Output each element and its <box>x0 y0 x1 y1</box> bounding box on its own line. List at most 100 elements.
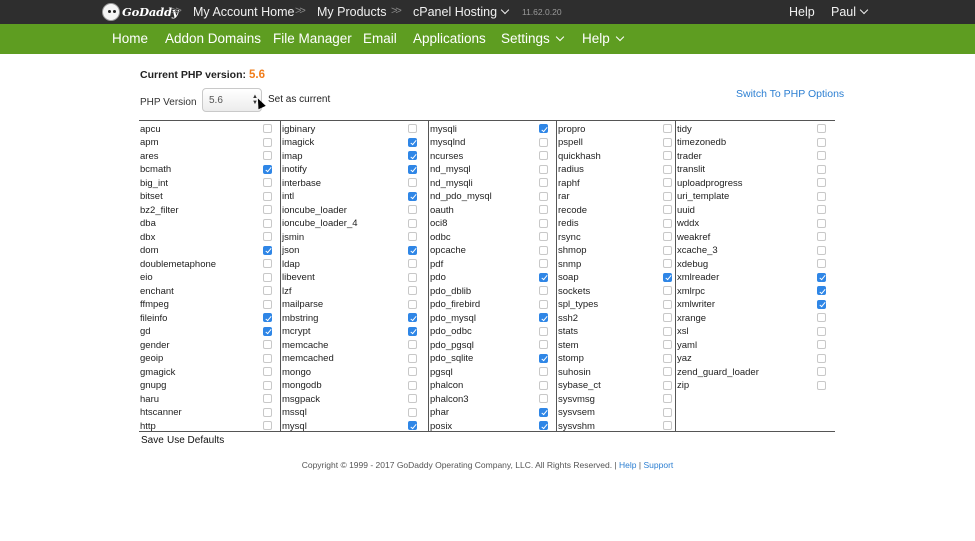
extension-checkbox[interactable] <box>539 218 548 228</box>
extension-checkbox[interactable] <box>663 137 672 147</box>
nav-addon-domains[interactable]: Addon Domains <box>165 31 261 46</box>
extension-checkbox[interactable] <box>817 164 826 174</box>
switch-to-php-options-link[interactable]: Switch To PHP Options <box>736 88 844 100</box>
extension-checkbox[interactable] <box>817 313 826 322</box>
extension-checkbox[interactable] <box>663 205 672 214</box>
extension-checkbox[interactable] <box>408 353 417 363</box>
extension-checkbox[interactable] <box>408 286 417 295</box>
extension-checkbox[interactable] <box>539 232 548 241</box>
extension-checkbox[interactable] <box>817 340 826 349</box>
extension-checkbox[interactable] <box>663 232 672 241</box>
extension-checkbox[interactable] <box>539 326 548 336</box>
extension-checkbox[interactable] <box>408 164 417 174</box>
extension-checkbox[interactable] <box>263 164 272 174</box>
extension-checkbox[interactable] <box>539 205 548 214</box>
extension-checkbox[interactable] <box>663 218 672 228</box>
topbar-help-link[interactable]: Help <box>789 5 815 19</box>
extension-checkbox[interactable] <box>663 272 672 282</box>
extension-checkbox[interactable] <box>263 259 272 268</box>
breadcrumb-cpanel-hosting[interactable]: cPanel Hosting <box>413 5 510 19</box>
extension-checkbox[interactable] <box>408 205 417 214</box>
extension-checkbox[interactable] <box>817 137 826 147</box>
extension-checkbox[interactable] <box>663 151 672 160</box>
extension-checkbox[interactable] <box>263 421 272 430</box>
extension-checkbox[interactable] <box>408 313 417 322</box>
extension-checkbox[interactable] <box>408 299 417 309</box>
extension-checkbox[interactable] <box>263 151 272 160</box>
extension-checkbox[interactable] <box>817 151 826 160</box>
extension-checkbox[interactable] <box>539 407 548 417</box>
nav-email[interactable]: Email <box>363 31 397 46</box>
extension-checkbox[interactable] <box>539 245 548 255</box>
extension-checkbox[interactable] <box>263 326 272 336</box>
extension-checkbox[interactable] <box>539 151 548 160</box>
extension-checkbox[interactable] <box>408 232 417 241</box>
extension-checkbox[interactable] <box>539 299 548 309</box>
extension-checkbox[interactable] <box>539 178 548 187</box>
extension-checkbox[interactable] <box>663 124 672 133</box>
nav-file-manager[interactable]: File Manager <box>273 31 352 46</box>
extension-checkbox[interactable] <box>817 124 826 133</box>
extension-checkbox[interactable] <box>539 313 548 322</box>
extension-checkbox[interactable] <box>408 245 417 255</box>
extension-checkbox[interactable] <box>263 380 272 390</box>
extension-checkbox[interactable] <box>663 191 672 201</box>
extension-checkbox[interactable] <box>817 232 826 241</box>
extension-checkbox[interactable] <box>408 137 417 147</box>
extension-checkbox[interactable] <box>263 340 272 349</box>
extension-checkbox[interactable] <box>408 191 417 201</box>
breadcrumb-my-account-home[interactable]: My Account Home <box>193 5 294 19</box>
extension-checkbox[interactable] <box>817 299 826 309</box>
extension-checkbox[interactable] <box>663 421 672 430</box>
php-version-select[interactable]: 5.6 ▲ ▼ <box>202 88 262 112</box>
extension-checkbox[interactable] <box>817 218 826 228</box>
extension-checkbox[interactable] <box>263 218 272 228</box>
extension-checkbox[interactable] <box>263 232 272 241</box>
extension-checkbox[interactable] <box>263 394 272 403</box>
extension-checkbox[interactable] <box>817 286 826 295</box>
extension-checkbox[interactable] <box>263 137 272 147</box>
extension-checkbox[interactable] <box>539 380 548 390</box>
extension-checkbox[interactable] <box>408 407 417 417</box>
extension-checkbox[interactable] <box>263 313 272 322</box>
extension-checkbox[interactable] <box>408 218 417 228</box>
extension-checkbox[interactable] <box>663 340 672 349</box>
extension-checkbox[interactable] <box>663 259 672 268</box>
extension-checkbox[interactable] <box>663 178 672 187</box>
extension-checkbox[interactable] <box>817 326 826 336</box>
extension-checkbox[interactable] <box>817 191 826 201</box>
breadcrumb-my-products[interactable]: My Products <box>317 5 386 19</box>
extension-checkbox[interactable] <box>663 313 672 322</box>
extension-checkbox[interactable] <box>408 421 417 430</box>
extension-checkbox[interactable] <box>263 272 272 282</box>
extension-checkbox[interactable] <box>817 178 826 187</box>
extension-checkbox[interactable] <box>663 367 672 376</box>
extension-checkbox[interactable] <box>408 272 417 282</box>
extension-checkbox[interactable] <box>817 272 826 282</box>
extension-checkbox[interactable] <box>539 191 548 201</box>
use-defaults-button[interactable]: Use Defaults <box>167 435 224 446</box>
extension-checkbox[interactable] <box>539 272 548 282</box>
extension-checkbox[interactable] <box>817 367 826 376</box>
extension-checkbox[interactable] <box>263 245 272 255</box>
extension-checkbox[interactable] <box>817 245 826 255</box>
extension-checkbox[interactable] <box>408 326 417 336</box>
extension-checkbox[interactable] <box>539 353 548 363</box>
extension-checkbox[interactable] <box>263 407 272 417</box>
footer-help-link[interactable]: Help <box>619 460 636 470</box>
nav-settings[interactable]: Settings <box>501 31 565 46</box>
user-menu[interactable]: Paul <box>831 5 869 19</box>
extension-checkbox[interactable] <box>408 151 417 160</box>
extension-checkbox[interactable] <box>539 340 548 349</box>
extension-checkbox[interactable] <box>663 353 672 363</box>
extension-checkbox[interactable] <box>663 380 672 390</box>
extension-checkbox[interactable] <box>263 286 272 295</box>
extension-checkbox[interactable] <box>408 380 417 390</box>
extension-checkbox[interactable] <box>408 340 417 349</box>
extension-checkbox[interactable] <box>817 259 826 268</box>
extension-checkbox[interactable] <box>539 286 548 295</box>
nav-help[interactable]: Help <box>582 31 625 46</box>
extension-checkbox[interactable] <box>408 178 417 187</box>
extension-checkbox[interactable] <box>539 367 548 376</box>
set-as-current-button[interactable]: Set as current <box>268 94 330 105</box>
